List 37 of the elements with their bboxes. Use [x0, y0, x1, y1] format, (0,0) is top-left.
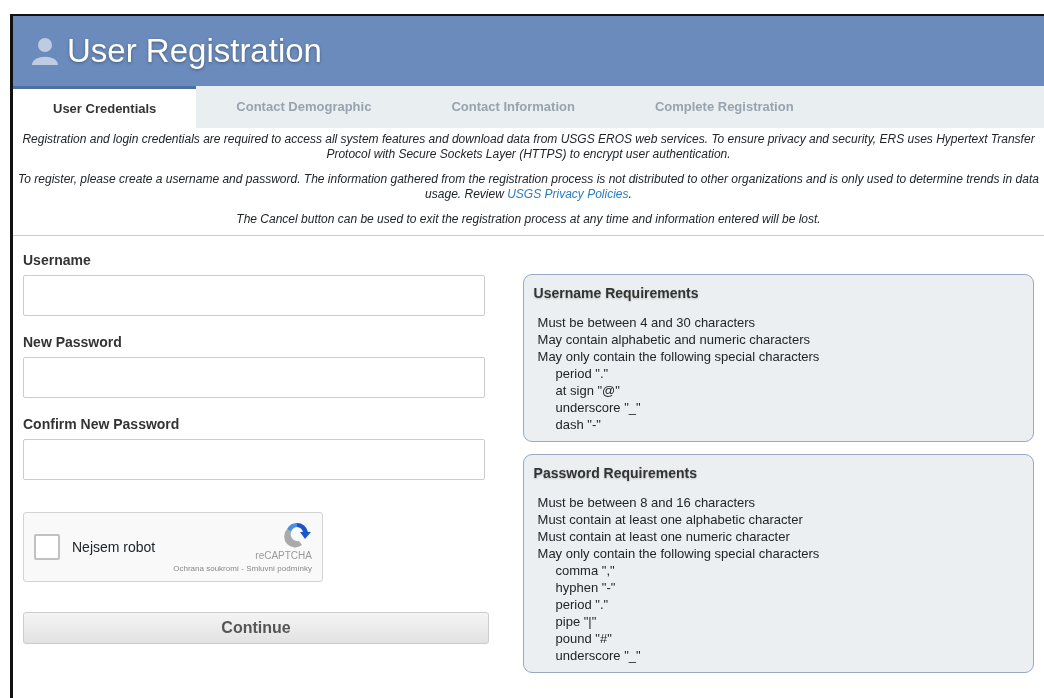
captcha-brand: reCAPTCHA	[255, 548, 312, 563]
requirement-text: hyphen "-"	[555, 580, 616, 595]
input-field[interactable]	[23, 275, 485, 316]
page-title: User Registration	[67, 31, 322, 72]
tab[interactable]: User Credentials	[13, 86, 197, 128]
continue-button[interactable]: Continue	[23, 612, 489, 644]
intro-paragraph: The Cancel button can be used to exit the registration process at any time and information entered will be lost.	[235, 212, 822, 227]
requirement-text: period "."	[555, 366, 609, 381]
intro-paragraph: To register, please create a username and password. The information gathered from the registration process is not distributed to other organizations and is only used to determine trends in data usage. Review USGS Privacy Policies.	[17, 172, 1040, 202]
requirement-text: May only contain the following special characters	[537, 349, 820, 364]
captcha-footer: Ochrana soukromí - Smluvní podmínky	[173, 562, 312, 575]
requirement-text: May contain alphabetic and numeric characters	[537, 332, 810, 347]
input-field[interactable]	[23, 357, 485, 398]
requirement-text: Must be between 4 and 30 characters	[537, 315, 756, 330]
input-field[interactable]	[23, 439, 485, 480]
panel-title: Username Requirements	[533, 284, 700, 303]
requirement-text: underscore "_"	[555, 400, 641, 415]
requirement-text: May only contain the following special characters	[537, 546, 820, 561]
field-label: Confirm New Password	[23, 415, 181, 434]
captcha-checkbox[interactable]	[34, 534, 60, 560]
privacy-link[interactable]: USGS Privacy Policies	[507, 187, 629, 201]
field-label: Username	[23, 251, 92, 270]
requirement-text: dash "-"	[555, 417, 601, 432]
panel-title: Password Requirements	[533, 464, 698, 483]
requirement-text: comma ","	[555, 563, 615, 578]
requirement-text: period "."	[555, 597, 609, 612]
user-icon	[31, 37, 59, 65]
requirement-text: Must contain at least one numeric character	[537, 529, 790, 544]
requirement-text: Must contain at least one alphabetic character	[537, 512, 803, 527]
requirement-text: underscore "_"	[555, 648, 641, 663]
captcha-label: Nejsem robot	[72, 537, 157, 557]
intro-paragraph: Registration and login credentials are required to access all system features and download data from USGS EROS web services. To ensure privacy and security, ERS uses Hypertext Transfer Protocol with Secure Sockets Layer (HTTPS) to encrypt user authentication.	[21, 132, 1036, 162]
requirement-text: Must be between 8 and 16 characters	[537, 495, 756, 510]
field-label: New Password	[23, 333, 123, 352]
requirement-text: at sign "@"	[555, 383, 620, 398]
requirement-text: pound "#"	[555, 631, 612, 646]
requirement-text: pipe "|"	[555, 614, 597, 629]
